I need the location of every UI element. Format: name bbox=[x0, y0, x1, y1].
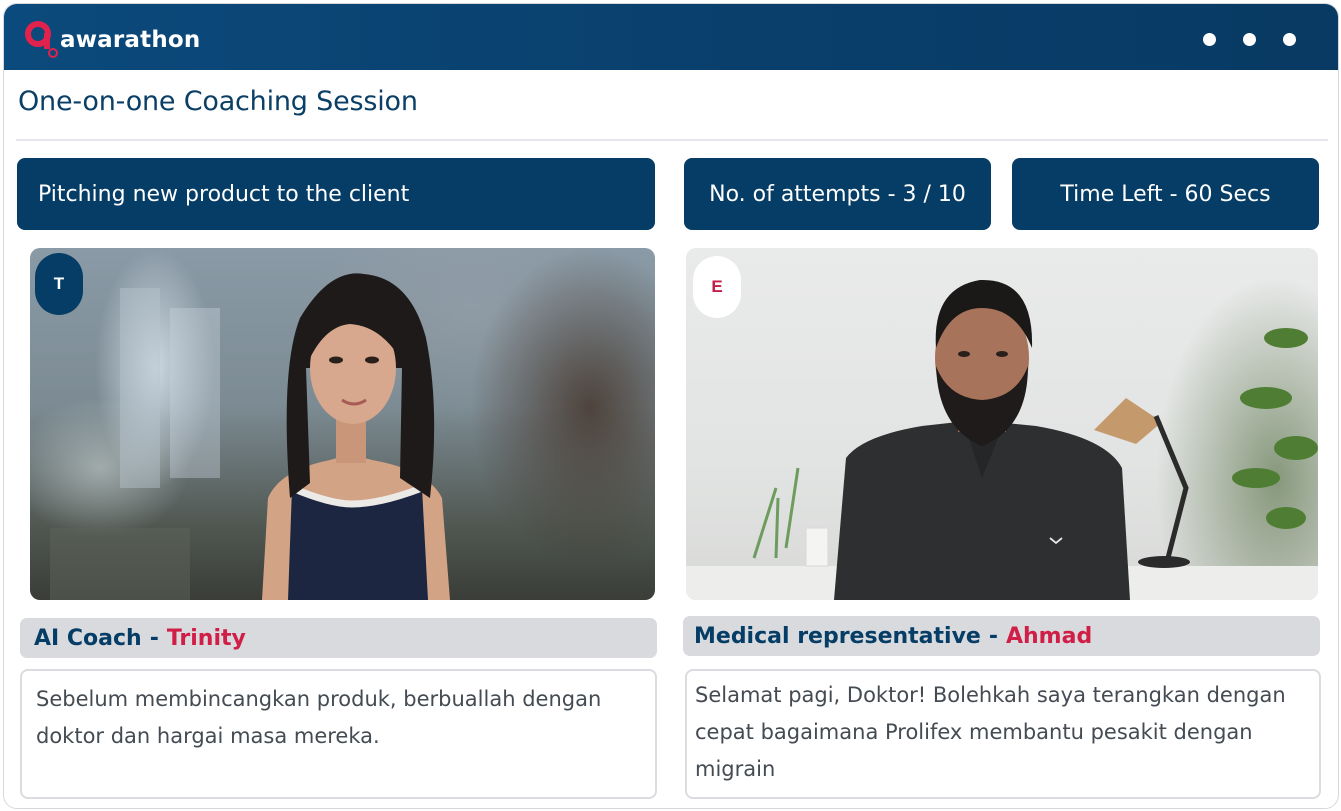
dot bbox=[1243, 33, 1256, 46]
rep-name: Ahmad bbox=[1005, 623, 1093, 649]
page-title: One-on-one Coaching Session bbox=[18, 86, 418, 117]
rep-role: Medical representative bbox=[694, 623, 981, 649]
divider bbox=[16, 139, 1328, 141]
attempts-counter: No. of attempts - 3 / 10 bbox=[684, 158, 991, 230]
logo-text: awarathon bbox=[60, 27, 201, 53]
header-bar: awarathon bbox=[4, 4, 1338, 70]
rep-video: E bbox=[686, 248, 1318, 600]
coach-separator: - bbox=[149, 625, 159, 651]
coach-message: Sebelum membincangkan produk, berbuallah… bbox=[20, 669, 657, 799]
scenario-banner: Pitching new product to the client bbox=[17, 158, 655, 230]
rep-name-bar: Medical representative - Ahmad bbox=[683, 616, 1320, 656]
awarathon-logo-icon bbox=[24, 19, 58, 59]
coach-name-bar: AI Coach - Trinity bbox=[20, 618, 657, 658]
brand-logo[interactable]: awarathon bbox=[24, 19, 201, 59]
rep-initial-badge: E bbox=[693, 256, 741, 318]
rep-separator: - bbox=[988, 623, 998, 649]
app-window: awarathon One-on-one Coaching Session Pi… bbox=[3, 3, 1339, 809]
rep-camera-image bbox=[686, 279, 1318, 600]
coach-role: AI Coach bbox=[34, 625, 142, 651]
more-dots-icon[interactable] bbox=[1203, 33, 1296, 46]
time-left-timer: Time Left - 60 Secs bbox=[1012, 158, 1319, 230]
coach-name: Trinity bbox=[166, 625, 246, 651]
dot bbox=[1283, 33, 1296, 46]
rep-message: Selamat pagi, Doktor! Bolehkah saya tera… bbox=[685, 669, 1321, 799]
dot bbox=[1203, 33, 1216, 46]
coach-initial-badge: T bbox=[35, 253, 83, 315]
coach-video: T bbox=[30, 248, 655, 600]
coach-avatar-image bbox=[50, 273, 450, 600]
